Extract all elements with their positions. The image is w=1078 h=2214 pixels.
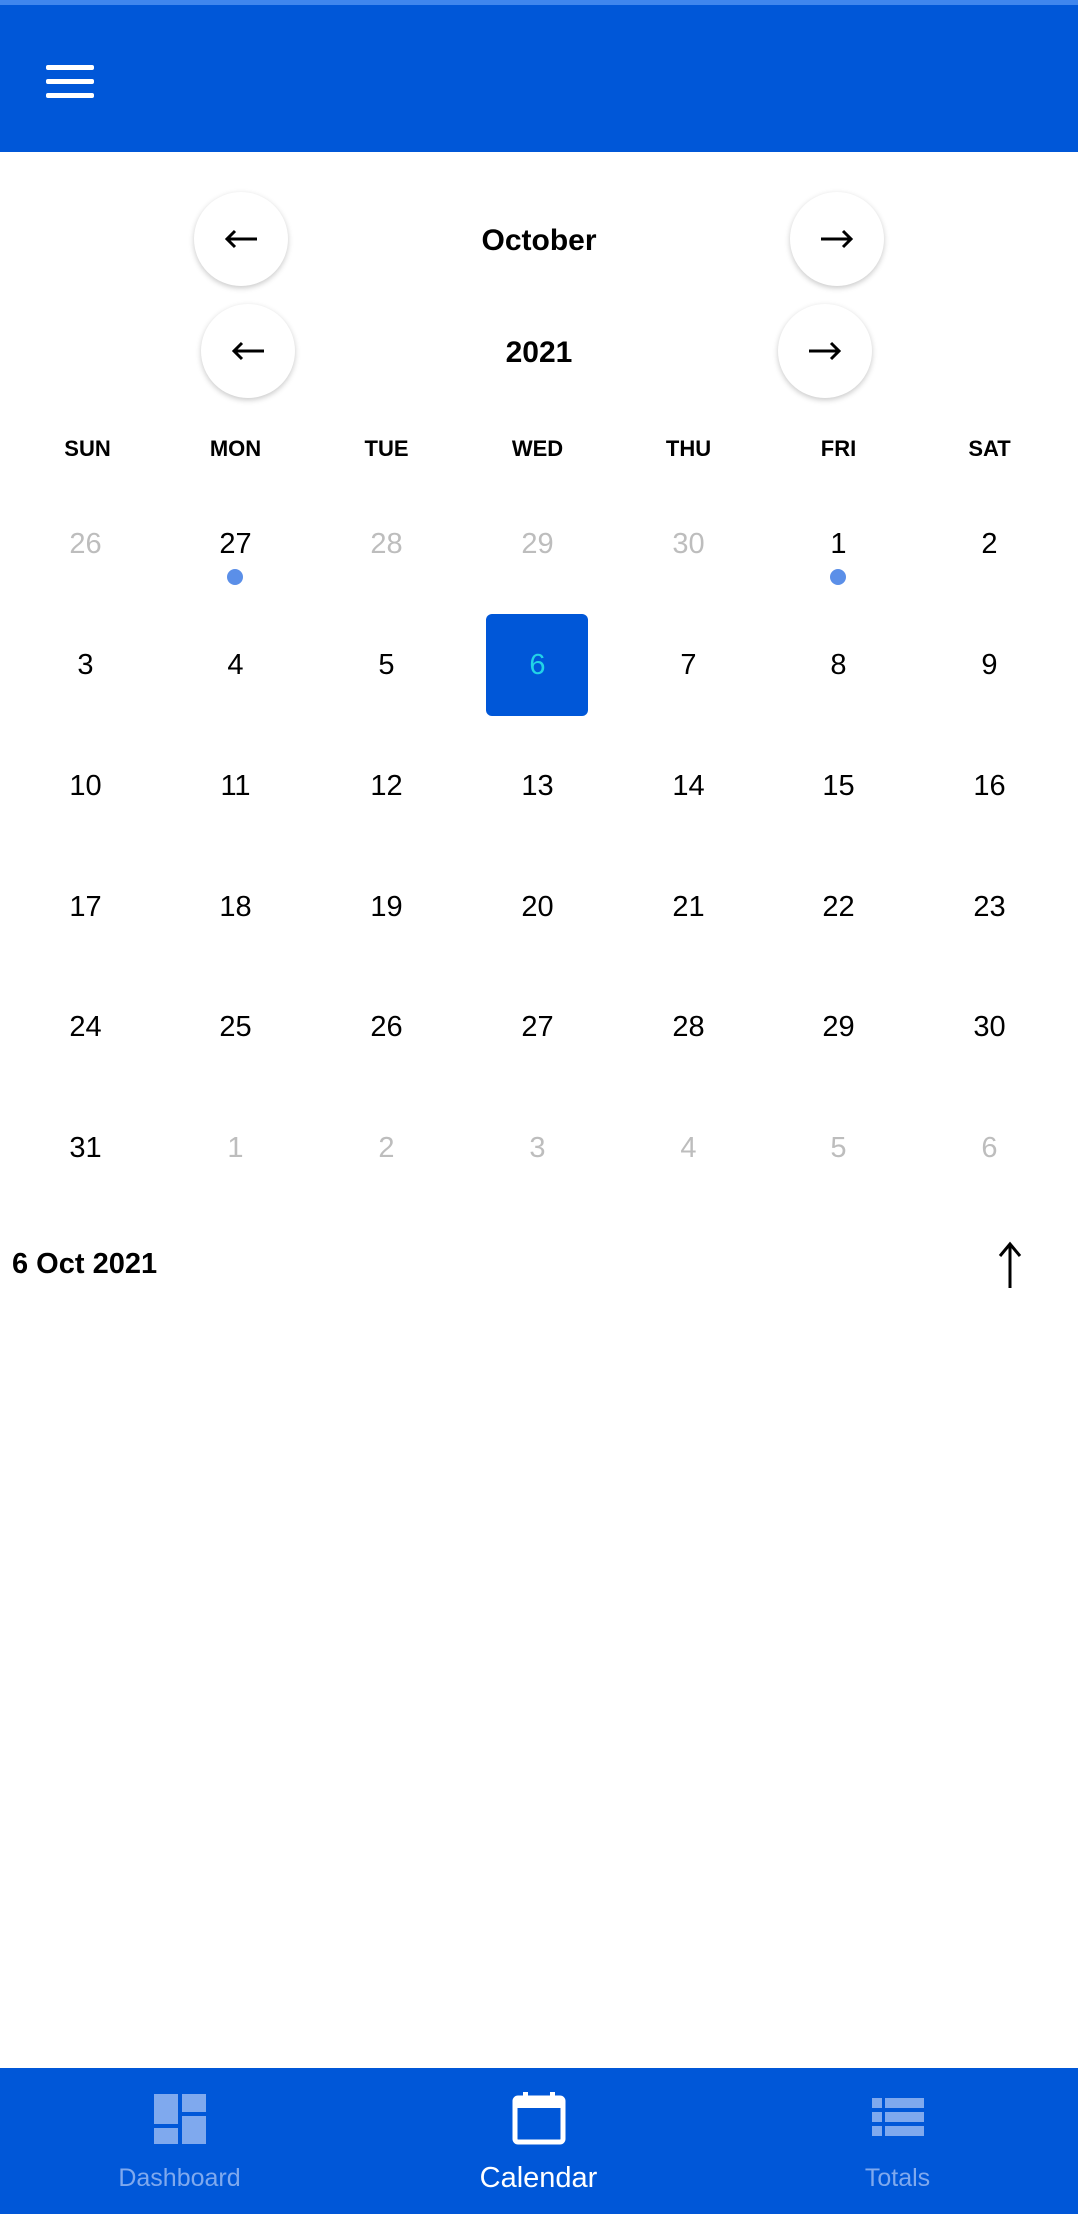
calendar-day[interactable]: 30 (914, 1002, 1065, 1102)
list-icon (872, 2098, 924, 2136)
weekday-tue: TUE (364, 436, 409, 461)
year-label: 2021 (505, 336, 573, 369)
dashboard-icon (154, 2094, 206, 2144)
calendar-day[interactable]: 27 (160, 519, 311, 619)
calendar-day[interactable]: 4 (613, 1123, 764, 1223)
calendar-day[interactable]: 2 (914, 519, 1065, 619)
app-bar (0, 0, 1078, 152)
tab-dashboard[interactable]: Dashboard (0, 2068, 359, 2214)
weekday-sun: SUN (64, 436, 111, 461)
weekday-thu: THU (665, 436, 712, 461)
calendar-day[interactable]: 23 (914, 882, 1065, 982)
prev-month-button[interactable] (194, 192, 288, 286)
calendar-day[interactable]: 5 (763, 1123, 914, 1223)
selected-date-label: 6 Oct 2021 (12, 1248, 158, 1280)
next-year-button[interactable] (778, 304, 872, 398)
calendar-day[interactable]: 11 (160, 761, 311, 861)
calendar-day[interactable]: 29 (763, 1002, 914, 1102)
event-dot-icon (227, 569, 243, 585)
calendar-day[interactable]: 27 (462, 1002, 613, 1102)
arrow-up-icon[interactable] (988, 1240, 1032, 1290)
weekday-fri: FRI (820, 436, 857, 461)
calendar-day[interactable]: 26 (10, 519, 161, 619)
calendar-day[interactable]: 9 (914, 640, 1065, 740)
calendar-day[interactable]: 5 (311, 640, 462, 740)
calendar-day[interactable]: 28 (311, 519, 462, 619)
event-dot-icon (830, 569, 846, 585)
calendar-day[interactable]: 2 (311, 1123, 462, 1223)
calendar-day[interactable]: 29 (462, 519, 613, 619)
calendar-day[interactable]: 31 (10, 1123, 161, 1223)
tab-label: Dashboard (118, 2164, 241, 2192)
calendar-day[interactable]: 19 (311, 882, 462, 982)
calendar-day[interactable]: 10 (10, 761, 161, 861)
calendar-day[interactable]: 22 (763, 882, 914, 982)
calendar-day[interactable]: 3 (10, 640, 161, 740)
tab-label: Calendar (479, 2162, 598, 2194)
calendar-day[interactable]: 21 (613, 882, 764, 982)
calendar-day[interactable]: 28 (613, 1002, 764, 1102)
calendar-day[interactable]: 15 (763, 761, 914, 861)
arrow-right-icon (821, 229, 854, 249)
month-label: October (481, 224, 597, 257)
prev-year-button[interactable] (201, 304, 295, 398)
calendar-day[interactable]: 18 (160, 882, 311, 982)
menu-icon[interactable] (38, 57, 102, 105)
calendar-icon (512, 2092, 566, 2145)
bottom-nav: Dashboard Calendar Totals (0, 2068, 1078, 2214)
weekday-sat: SAT (968, 436, 1011, 461)
arrow-right-icon (809, 341, 842, 361)
tab-label: Totals (864, 2164, 931, 2192)
calendar-day[interactable]: 7 (613, 640, 764, 740)
calendar-day[interactable]: 24 (10, 1002, 161, 1102)
arrow-left-icon (231, 341, 264, 361)
calendar-day[interactable]: 4 (160, 640, 311, 740)
calendar-day[interactable]: 8 (763, 640, 914, 740)
arrow-left-icon (224, 229, 257, 249)
calendar-day[interactable]: 14 (613, 761, 764, 861)
calendar-day[interactable]: 25 (160, 1002, 311, 1102)
calendar-day[interactable]: 16 (914, 761, 1065, 861)
tab-calendar[interactable]: Calendar (359, 2068, 718, 2214)
tab-totals[interactable]: Totals (718, 2068, 1077, 2214)
weekday-wed: WED (511, 436, 564, 461)
calendar-day[interactable]: 13 (462, 761, 613, 861)
calendar-day[interactable]: 1 (763, 519, 914, 619)
calendar-day[interactable]: 30 (613, 519, 764, 619)
calendar-day[interactable]: 26 (311, 1002, 462, 1102)
next-month-button[interactable] (790, 192, 884, 286)
calendar-day[interactable]: 3 (462, 1123, 613, 1223)
calendar-day[interactable]: 12 (311, 761, 462, 861)
calendar-day[interactable]: 20 (462, 882, 613, 982)
calendar-day[interactable]: 17 (10, 882, 161, 982)
calendar-day[interactable]: 1 (160, 1123, 311, 1223)
weekday-mon: MON (209, 436, 262, 461)
calendar-day[interactable]: 6 (914, 1123, 1065, 1223)
calendar-day[interactable]: 6 (462, 640, 613, 740)
